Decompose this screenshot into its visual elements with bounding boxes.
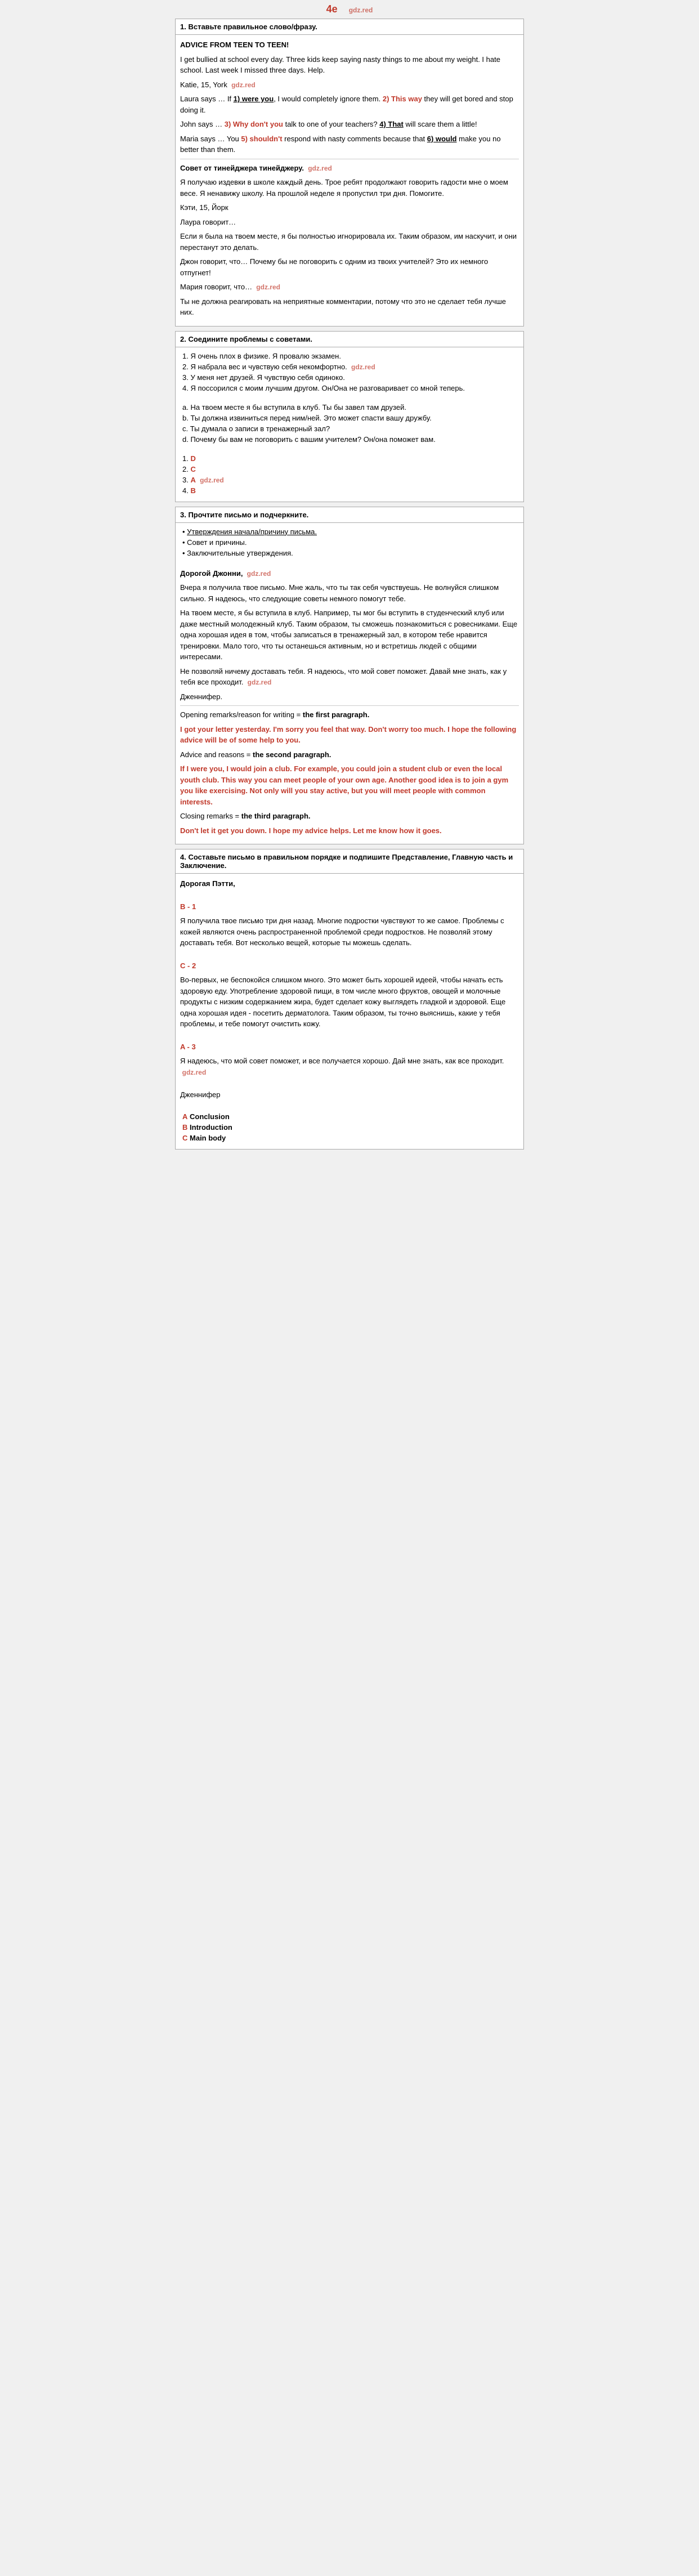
label-b: B Introduction	[180, 1123, 519, 1132]
label-c-letter: C	[182, 1134, 187, 1142]
analysis-label-1: Opening remarks/reason for writing = the…	[180, 709, 519, 721]
analysis-label-2: Advice and reasons = the second paragrap…	[180, 749, 519, 761]
para-katie: Katie, 15, York gdz.red	[180, 79, 519, 91]
para-1: I get bullied at school every day. Three…	[180, 54, 519, 76]
bullet-1: • Утверждения начала/причину письма.	[180, 527, 519, 536]
section-4: 4. Составьте письмо в правильном порядке…	[175, 849, 524, 1150]
wm8: gdz.red	[182, 1068, 207, 1076]
section-2: 2. Соедините проблемы с советами. 1. Я о…	[175, 331, 524, 502]
page-header: 4e gdz.red	[175, 0, 524, 19]
analysis-en-3: Don't let it get you down. I hope my adv…	[180, 825, 519, 837]
section-3-body: • Утверждения начала/причину письма. • С…	[176, 523, 523, 844]
label-a: A Conclusion	[180, 1112, 519, 1121]
ru-laura-label: Лаура говорит…	[180, 217, 519, 228]
section-1-body: ADVICE FROM TEEN TO TEEN! I get bullied …	[176, 35, 523, 326]
letter-sign-ru: Дженнифер.	[180, 691, 519, 703]
letter2-part-c-text: Во-первых, не беспокойся слишком много. …	[180, 974, 519, 1030]
answer-row-2: 2. C	[180, 465, 519, 473]
para-laura-en: Laura says … If 1) were you, I would com…	[180, 93, 519, 115]
letter-body-ru-1: Вчера я получила твое письмо. Мне жаль, …	[180, 582, 519, 604]
letter2-part-a-text: Я надеюсь, что мой совет поможет, и все …	[180, 1056, 519, 1077]
ans1: D	[190, 454, 195, 463]
para-ref-1: the first paragraph.	[303, 710, 369, 719]
advice-a: a. На твоем месте я бы вступила в клуб. …	[180, 403, 519, 412]
advice-b: b. Ты должна извиниться перед ним/ней. Э…	[180, 414, 519, 422]
ru-john: Джон говорит, что… Почему бы не поговори…	[180, 256, 519, 278]
wm6: gdz.red	[247, 570, 271, 578]
page-label: 4e	[326, 3, 338, 15]
para-maria-en: Maria says … You 5) shouldn't respond wi…	[180, 133, 519, 155]
answer-row-3: 3. A gdz.red	[180, 476, 519, 484]
letter2-part-b-label: B - 1	[180, 901, 519, 913]
answer-1: 1) were you	[234, 95, 274, 103]
bullet-2: • Совет и причины.	[180, 538, 519, 547]
watermark: gdz.red	[349, 6, 373, 14]
labels-block: A Conclusion B Introduction C Main body	[180, 1112, 519, 1142]
ans2: C	[190, 465, 195, 473]
problem-3: 3. У меня нет друзей. Я чувствую себя од…	[180, 373, 519, 382]
letter2-part-b-text: Я получила твое письмо три дня назад. Мн…	[180, 915, 519, 949]
label-c: C Main body	[180, 1134, 519, 1142]
analysis-label-3: Closing remarks = the third paragraph.	[180, 811, 519, 822]
letter2-part-c-label: С - 2	[180, 960, 519, 972]
letter2-sign: Дженнифер	[180, 1089, 519, 1101]
advice-c: c. Ты думала о записи в тренажерный зал?	[180, 424, 519, 433]
answers-block: 1. D 2. C 3. A gdz.red 4. B	[180, 454, 519, 495]
label-c-text: Main body	[190, 1134, 226, 1142]
ru-title: Совет от тинейджера тинейджеру. gdz.red	[180, 163, 519, 174]
letter2-greeting: Дорогая Пэтти,	[180, 878, 519, 889]
letter-body-ru-2: На твоем месте, я бы вступила в клуб. На…	[180, 607, 519, 663]
ans3: A	[190, 476, 195, 484]
bullet1-text: Утверждения начала/причину письма.	[187, 527, 317, 536]
para-john-en: John says … 3) Why don't you talk to one…	[180, 119, 519, 130]
problem-2: 2. Я набрала вес и чувствую себя некомфо…	[180, 363, 519, 371]
wm5: gdz.red	[200, 476, 224, 484]
section-4-body: Дорогая Пэтти, B - 1 Я получила твое пис…	[176, 874, 523, 1149]
advice-d: d. Почему бы вам не поговорить с вашим у…	[180, 435, 519, 444]
advice-title: ADVICE FROM TEEN TO TEEN!	[180, 39, 519, 51]
ru-katie: Кэти, 15, Йорк	[180, 202, 519, 213]
letter-greeting-ru: Дорогой Джонни, gdz.red	[180, 568, 519, 579]
para-ref-2: the second paragraph.	[253, 750, 331, 759]
section-4-title: 4. Составьте письмо в правильном порядке…	[176, 849, 523, 874]
problem-1: 1. Я очень плох в физике. Я провалю экза…	[180, 352, 519, 360]
ru-maria-label: Мария говорит, что… gdz.red	[180, 281, 519, 293]
answer-5: 5) shouldn't	[241, 135, 282, 143]
bullet-3: • Заключительные утверждения.	[180, 549, 519, 557]
label-a-letter: A	[182, 1112, 187, 1121]
section-2-title: 2. Соедините проблемы с советами.	[176, 332, 523, 347]
label-b-text: Introduction	[190, 1123, 232, 1132]
ru-laura-text: Если я была на твоем месте, я бы полност…	[180, 231, 519, 253]
letter2-part-a-label: A - 3	[180, 1041, 519, 1053]
section-2-body: 1. Я очень плох в физике. Я провалю экза…	[176, 347, 523, 502]
answer-row-1: 1. D	[180, 454, 519, 463]
ru-para-1: Я получаю издевки в школе каждый день. Т…	[180, 177, 519, 199]
wm3: gdz.red	[256, 283, 280, 291]
answer-3: 3) Why don't you	[225, 120, 283, 128]
letter-body-ru-3: Не позволяй ничему доставать тебя. Я над…	[180, 666, 519, 688]
wm7: gdz.red	[248, 678, 272, 686]
ans4: B	[190, 486, 195, 495]
section-1: 1. Вставьте правильное слово/фразу. ADVI…	[175, 19, 524, 327]
wm1: gdz.red	[231, 81, 256, 89]
para-ref-3: the third paragraph.	[241, 812, 311, 820]
problem-4: 4. Я поссорился с моим лучшим другом. Он…	[180, 384, 519, 392]
label-b-letter: B	[182, 1123, 187, 1132]
analysis-en-2: If I were you, I would join a club. For …	[180, 763, 519, 807]
section-3-title: 3. Прочтите письмо и подчеркните.	[176, 507, 523, 523]
wm2: gdz.red	[308, 164, 332, 172]
answer-6: 6) would	[427, 135, 457, 143]
answer-4: 4) That	[379, 120, 404, 128]
analysis-en-1: I got your letter yesterday. I'm sorry y…	[180, 724, 519, 746]
section-1-title: 1. Вставьте правильное слово/фразу.	[176, 19, 523, 35]
answer-row-4: 4. B	[180, 486, 519, 495]
answer-2: 2) This way	[383, 95, 422, 103]
section-3: 3. Прочтите письмо и подчеркните. • Утве…	[175, 507, 524, 845]
ru-maria-text: Ты не должна реагировать на неприятные к…	[180, 296, 519, 318]
label-a-text: Conclusion	[190, 1112, 230, 1121]
wm4: gdz.red	[351, 363, 375, 371]
